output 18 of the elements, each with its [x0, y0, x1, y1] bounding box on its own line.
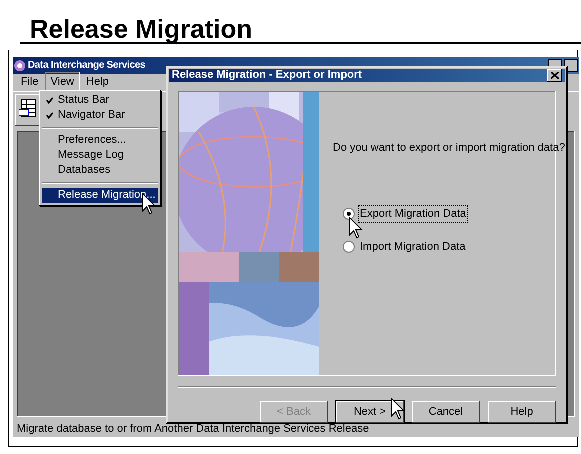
menu-item[interactable]: Status Bar — [42, 93, 158, 108]
window-title: Data Interchange Services — [28, 60, 146, 70]
menu-item[interactable]: Release Migration... — [42, 188, 158, 203]
menu-item[interactable]: File — [15, 72, 45, 93]
menu-item[interactable]: Databases — [42, 163, 158, 178]
radio-option[interactable]: Import Migration Data — [343, 239, 566, 256]
menu-item[interactable]: Help — [80, 72, 116, 93]
status-text: Migrate database to or from Another Data Interchange Services Release — [17, 424, 370, 434]
dialog-button[interactable]: Next > — [336, 401, 404, 423]
menu-item[interactable]: Navigator Bar — [42, 108, 158, 123]
dialog-button[interactable]: Help — [488, 401, 556, 423]
dialog-title: Release Migration - Export or Import — [172, 70, 362, 81]
menu-item[interactable]: Message Log — [42, 148, 158, 163]
menu-item[interactable]: Preferences... — [42, 133, 158, 148]
dialog-button[interactable]: Cancel — [412, 401, 480, 423]
page-heading: Release Migration — [30, 14, 253, 44]
question-text: Do you want to export or import migration data? — [333, 141, 566, 156]
radio-option[interactable]: Export Migration Data — [343, 204, 566, 223]
